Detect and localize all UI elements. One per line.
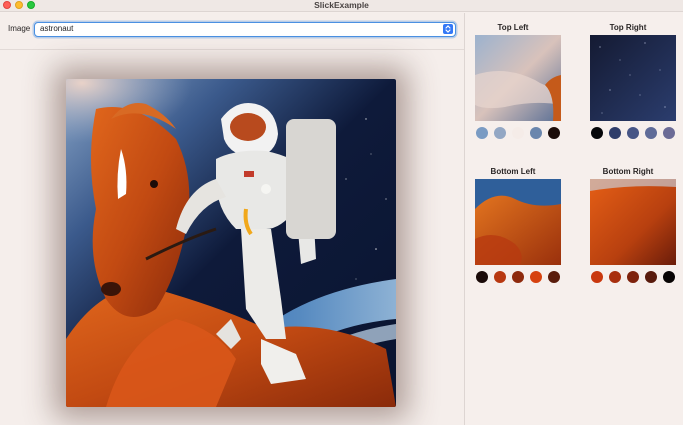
color-swatch <box>530 127 542 139</box>
image-select-label: Image <box>8 24 31 33</box>
quadrant-title: Bottom Right <box>602 167 654 176</box>
color-swatch <box>609 271 621 283</box>
color-swatch <box>530 271 542 283</box>
color-swatch <box>548 271 560 283</box>
color-swatch <box>645 127 657 139</box>
quadrant-title: Top Right <box>609 23 647 32</box>
color-swatch <box>591 127 603 139</box>
main-image-frame <box>66 79 396 407</box>
quadrant-title: Top Left <box>497 23 529 32</box>
bottom-left-crop-image <box>475 179 561 265</box>
astronaut-horse-image <box>66 79 396 407</box>
image-select[interactable]: astronaut <box>34 22 456 37</box>
color-swatch <box>591 271 603 283</box>
title-bar: SlickExample <box>0 0 683 12</box>
app-window: SlickExample Image astronaut Top Left To… <box>0 0 683 425</box>
color-swatch <box>627 271 639 283</box>
image-toolbar: Image astronaut <box>0 13 464 50</box>
color-swatch <box>609 127 621 139</box>
color-swatch <box>663 127 675 139</box>
color-swatch <box>494 127 506 139</box>
quadrant-pane: Top Left Top Right Bottom Left Bottom Ri… <box>465 13 683 425</box>
color-swatch <box>548 127 560 139</box>
window-title: SlickExample <box>314 0 369 10</box>
bottom-right-palette <box>591 271 677 285</box>
top-right-palette <box>591 127 677 141</box>
color-swatch <box>476 271 488 283</box>
top-left-crop-image <box>475 35 561 121</box>
color-swatch <box>627 127 639 139</box>
color-swatch <box>494 271 506 283</box>
bottom-left-palette <box>476 271 562 285</box>
image-select-value: astronaut <box>40 24 74 33</box>
bottom-right-crop-image <box>590 179 676 265</box>
color-swatch <box>645 271 657 283</box>
chevron-updown-icon[interactable] <box>443 24 453 34</box>
image-pane: Image astronaut <box>0 13 464 425</box>
top-left-palette <box>476 127 562 141</box>
color-swatch <box>476 127 488 139</box>
color-swatch <box>512 127 524 139</box>
color-swatch <box>663 271 675 283</box>
quadrant-title: Bottom Left <box>490 167 536 176</box>
color-swatch <box>512 271 524 283</box>
top-right-crop-image <box>590 35 676 121</box>
